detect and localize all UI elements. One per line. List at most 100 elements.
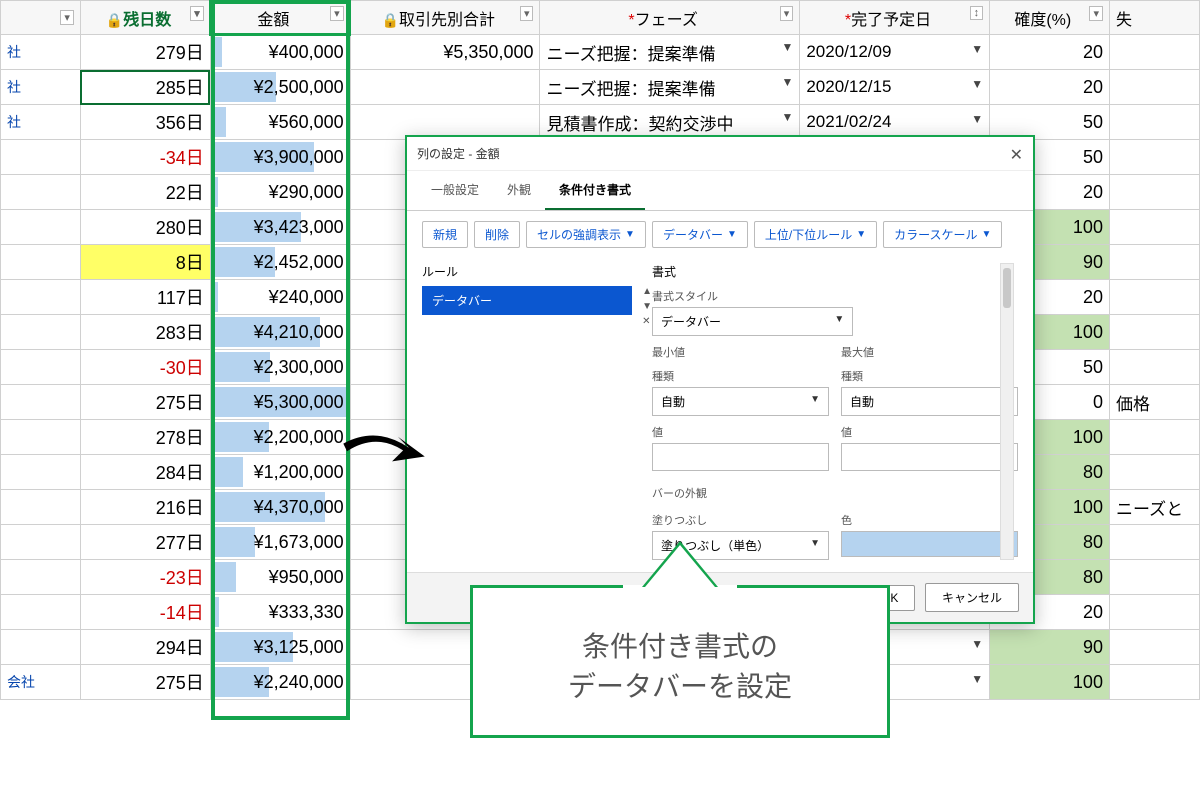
cell-loss[interactable] bbox=[1109, 560, 1199, 595]
filter-icon[interactable]: ▾ bbox=[780, 6, 794, 21]
table-row[interactable]: 社279日¥400,000¥5,350,000ニーズ把握：提案準備▼2020/1… bbox=[1, 35, 1200, 70]
cell-loss[interactable] bbox=[1109, 455, 1199, 490]
cell-days[interactable]: 285日 bbox=[80, 70, 210, 105]
cell-company[interactable]: 社 bbox=[1, 70, 81, 105]
cell-loss[interactable]: 価格 bbox=[1109, 385, 1199, 420]
cell-days[interactable]: 294日 bbox=[80, 630, 210, 665]
cell-amount[interactable]: ¥240,000 bbox=[210, 280, 350, 315]
min-value-input[interactable] bbox=[652, 443, 829, 471]
cell-days[interactable]: 279日 bbox=[80, 35, 210, 70]
cell-company[interactable] bbox=[1, 455, 81, 490]
filter-icon[interactable]: ▾ bbox=[1089, 6, 1103, 21]
cell-prob[interactable]: 20 bbox=[990, 70, 1110, 105]
col-partner-total[interactable]: 🔒取引先別合計▾ bbox=[350, 1, 540, 35]
cell-amount[interactable]: ¥1,673,000 bbox=[210, 525, 350, 560]
col-amount[interactable]: 金額▾ bbox=[210, 1, 350, 35]
chevron-down-icon[interactable]: ▼ bbox=[971, 77, 983, 91]
cell-loss[interactable] bbox=[1109, 210, 1199, 245]
filter-icon[interactable]: ▾ bbox=[330, 6, 344, 21]
chevron-down-icon[interactable]: ▼ bbox=[781, 75, 793, 89]
cell-amount[interactable]: ¥2,452,000 bbox=[210, 245, 350, 280]
tab-conditional[interactable]: 条件付き書式 bbox=[545, 171, 645, 210]
cell-company[interactable] bbox=[1, 420, 81, 455]
cell-company[interactable] bbox=[1, 490, 81, 525]
chevron-down-icon[interactable]: ▼ bbox=[971, 112, 983, 126]
cell-total[interactable]: ¥5,350,000 bbox=[350, 35, 540, 70]
cell-amount[interactable]: ¥2,200,000 bbox=[210, 420, 350, 455]
btn-delete[interactable]: 削除 bbox=[474, 221, 520, 248]
cell-amount[interactable]: ¥3,125,000 bbox=[210, 630, 350, 665]
filter-icon[interactable]: ▾ bbox=[60, 10, 74, 25]
cell-loss[interactable] bbox=[1109, 70, 1199, 105]
scroll-thumb[interactable] bbox=[1003, 268, 1011, 308]
cell-prob[interactable]: 20 bbox=[990, 35, 1110, 70]
cell-amount[interactable]: ¥2,240,000 bbox=[210, 665, 350, 700]
cell-company[interactable] bbox=[1, 210, 81, 245]
cell-company[interactable] bbox=[1, 630, 81, 665]
cell-loss[interactable] bbox=[1109, 595, 1199, 630]
chevron-down-icon[interactable]: ▼ bbox=[781, 110, 793, 124]
btn-colorscale[interactable]: カラースケール▼ bbox=[883, 221, 1002, 248]
cell-days[interactable]: -23日 bbox=[80, 560, 210, 595]
cell-company[interactable] bbox=[1, 175, 81, 210]
cell-company[interactable]: 社 bbox=[1, 105, 81, 140]
cell-company[interactable] bbox=[1, 280, 81, 315]
cell-amount[interactable]: ¥5,300,000 bbox=[210, 385, 350, 420]
cell-company[interactable] bbox=[1, 560, 81, 595]
cell-loss[interactable] bbox=[1109, 350, 1199, 385]
chevron-down-icon[interactable]: ▼ bbox=[971, 42, 983, 56]
cell-loss[interactable] bbox=[1109, 630, 1199, 665]
cell-amount[interactable]: ¥950,000 bbox=[210, 560, 350, 595]
cell-amount[interactable]: ¥560,000 bbox=[210, 105, 350, 140]
cell-date[interactable]: 2020/12/09▼ bbox=[800, 35, 990, 70]
min-type-select[interactable]: 自動 bbox=[652, 387, 829, 416]
cell-prob[interactable]: 90 bbox=[990, 630, 1110, 665]
cell-days[interactable]: 22日 bbox=[80, 175, 210, 210]
cell-loss[interactable] bbox=[1109, 420, 1199, 455]
cell-amount[interactable]: ¥2,500,000 bbox=[210, 70, 350, 105]
move-down-icon[interactable]: ▼ bbox=[642, 301, 652, 312]
col-days[interactable]: 🔒残日数▾ bbox=[80, 1, 210, 35]
remove-rule-icon[interactable]: ✕ bbox=[642, 316, 652, 327]
cell-amount[interactable]: ¥3,900,000 bbox=[210, 140, 350, 175]
col-probability[interactable]: 確度(%)▾ bbox=[990, 1, 1110, 35]
scrollbar[interactable] bbox=[1000, 263, 1014, 560]
cell-days[interactable]: 278日 bbox=[80, 420, 210, 455]
tab-general[interactable]: 一般設定 bbox=[417, 171, 493, 210]
btn-new[interactable]: 新規 bbox=[422, 221, 468, 248]
btn-highlight[interactable]: セルの強調表示▼ bbox=[526, 221, 646, 248]
btn-databar[interactable]: データバー▼ bbox=[652, 221, 748, 248]
cell-total[interactable] bbox=[350, 70, 540, 105]
cell-loss[interactable] bbox=[1109, 280, 1199, 315]
cell-loss[interactable] bbox=[1109, 315, 1199, 350]
col-due-date[interactable]: *完了予定日↕ bbox=[800, 1, 990, 35]
cell-loss[interactable] bbox=[1109, 140, 1199, 175]
cell-loss[interactable] bbox=[1109, 245, 1199, 280]
cell-days[interactable]: 356日 bbox=[80, 105, 210, 140]
color-swatch[interactable] bbox=[841, 531, 1018, 557]
cell-company[interactable]: 社 bbox=[1, 35, 81, 70]
cell-company[interactable] bbox=[1, 140, 81, 175]
cell-phase[interactable]: ニーズ把握：提案準備▼ bbox=[540, 35, 800, 70]
cell-loss[interactable] bbox=[1109, 175, 1199, 210]
cell-days[interactable]: -30日 bbox=[80, 350, 210, 385]
rule-item[interactable]: データバー ▲ ▼ ✕ bbox=[422, 286, 632, 315]
cell-amount[interactable]: ¥4,210,000 bbox=[210, 315, 350, 350]
col-company[interactable]: ▾ bbox=[1, 1, 81, 35]
cell-days[interactable]: -34日 bbox=[80, 140, 210, 175]
filter-icon[interactable]: ▾ bbox=[190, 6, 204, 21]
cell-days[interactable]: 117日 bbox=[80, 280, 210, 315]
cell-company[interactable] bbox=[1, 245, 81, 280]
cell-days[interactable]: 275日 bbox=[80, 665, 210, 700]
chevron-down-icon[interactable]: ▼ bbox=[781, 40, 793, 54]
cell-days[interactable]: 8日 bbox=[80, 245, 210, 280]
chevron-down-icon[interactable]: ▼ bbox=[971, 672, 983, 686]
cancel-button[interactable]: キャンセル bbox=[925, 583, 1019, 612]
col-phase[interactable]: *フェーズ▾ bbox=[540, 1, 800, 35]
cell-days[interactable]: 283日 bbox=[80, 315, 210, 350]
cell-loss[interactable] bbox=[1109, 525, 1199, 560]
cell-company[interactable] bbox=[1, 595, 81, 630]
cell-loss[interactable] bbox=[1109, 665, 1199, 700]
cell-amount[interactable]: ¥2,300,000 bbox=[210, 350, 350, 385]
cell-days[interactable]: 277日 bbox=[80, 525, 210, 560]
